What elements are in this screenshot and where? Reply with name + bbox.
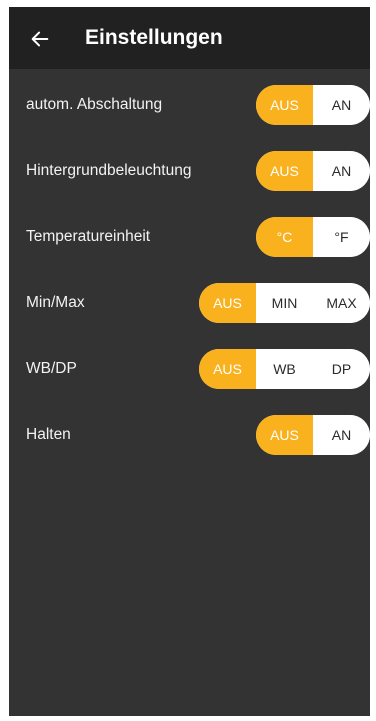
option-aus[interactable]: AUS [256, 151, 313, 191]
setting-label: Halten [26, 426, 71, 443]
backlight-toggle: AUS AN [256, 151, 370, 191]
option-aus[interactable]: AUS [256, 85, 313, 125]
option-aus[interactable]: AUS [199, 349, 256, 389]
app-header: Einstellungen [9, 7, 370, 69]
wb-dp-toggle: AUS WB DP [199, 349, 370, 389]
temperature-unit-toggle: °C °F [256, 217, 370, 257]
option-aus[interactable]: AUS [256, 415, 313, 455]
hold-toggle: AUS AN [256, 415, 370, 455]
setting-label: Temperatureinheit [26, 228, 151, 245]
setting-row-hold: Halten AUS AN [9, 415, 370, 455]
setting-row-temperature-unit: Temperatureinheit °C °F [9, 217, 370, 257]
setting-label: WB/DP [26, 360, 77, 377]
arrow-left-icon [31, 31, 49, 47]
setting-row-backlight: Hintergrundbeleuchtung AUS AN [9, 151, 370, 191]
setting-label: autom. Abschaltung [26, 96, 163, 113]
min-max-toggle: AUS MIN MAX [199, 283, 370, 323]
option-an[interactable]: AN [313, 415, 370, 455]
settings-screen: Einstellungen autom. Abschaltung AUS AN … [9, 7, 370, 716]
option-an[interactable]: AN [313, 151, 370, 191]
setting-row-auto-off: autom. Abschaltung AUS AN [9, 85, 370, 125]
setting-label: Hintergrundbeleuchtung [26, 162, 192, 179]
option-max[interactable]: MAX [313, 283, 370, 323]
setting-row-wb-dp: WB/DP AUS WB DP [9, 349, 370, 389]
page-title: Einstellungen [85, 26, 223, 49]
back-button[interactable] [23, 22, 57, 56]
option-aus[interactable]: AUS [199, 283, 256, 323]
option-an[interactable]: AN [313, 85, 370, 125]
auto-off-toggle: AUS AN [256, 85, 370, 125]
option-wb[interactable]: WB [256, 349, 313, 389]
option-fahrenheit[interactable]: °F [313, 217, 370, 257]
option-celsius[interactable]: °C [256, 217, 313, 257]
option-min[interactable]: MIN [256, 283, 313, 323]
setting-label: Min/Max [26, 294, 85, 311]
option-dp[interactable]: DP [313, 349, 370, 389]
setting-row-min-max: Min/Max AUS MIN MAX [9, 283, 370, 323]
